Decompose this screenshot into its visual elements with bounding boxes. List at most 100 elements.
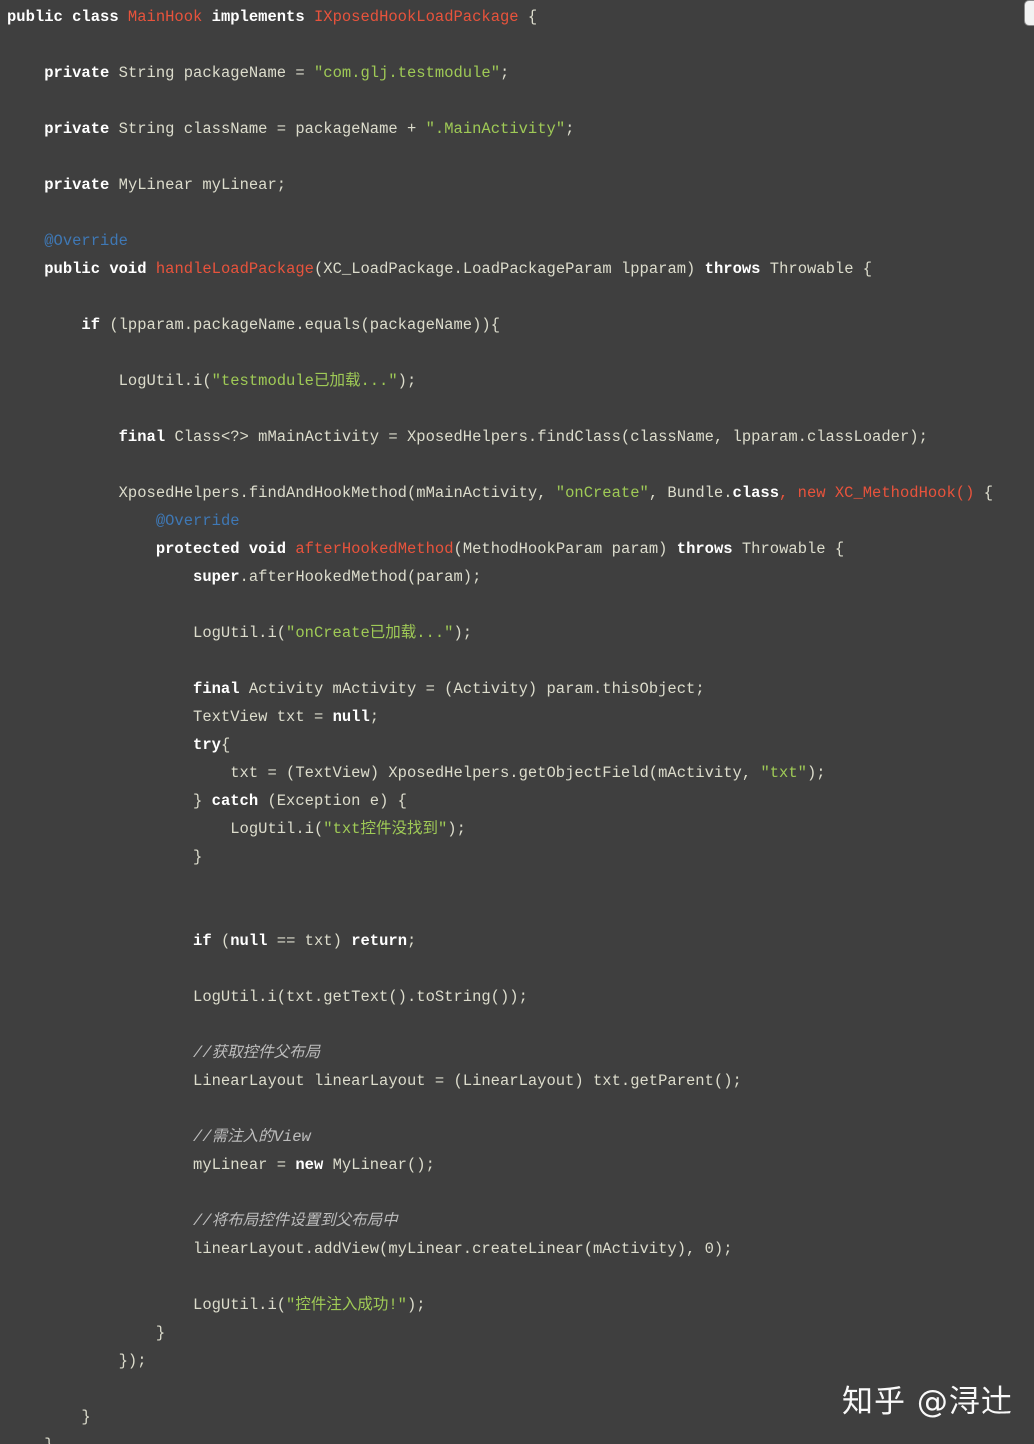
code-string: "onCreate已加载..." bbox=[286, 624, 454, 642]
code-string: "控件注入成功!" bbox=[286, 1296, 407, 1314]
code-text: linearLayout.addView(myLinear.createLine… bbox=[7, 1240, 733, 1258]
code-text: MyLinear(); bbox=[323, 1156, 435, 1174]
code-keyword: final bbox=[193, 680, 240, 698]
code-declaration-name: , new XC_MethodHook() bbox=[779, 484, 975, 502]
code-text: String packageName = bbox=[109, 64, 314, 82]
code-line: if (null == txt) return; bbox=[7, 927, 993, 955]
code-string: ".MainActivity" bbox=[425, 120, 566, 138]
code-keyword: private bbox=[44, 176, 110, 194]
code-declaration-name: handleLoadPackage bbox=[155, 260, 314, 278]
code-line: linearLayout.addView(myLinear.createLine… bbox=[7, 1235, 993, 1263]
code-line: } bbox=[7, 1319, 993, 1347]
code-text: LogUtil.i(txt.getText().toString()); bbox=[7, 988, 528, 1006]
code-line: TextView txt = null; bbox=[7, 703, 993, 731]
code-line: super.afterHookedMethod(param); bbox=[7, 563, 993, 591]
code-keyword: catch bbox=[211, 792, 259, 810]
code-declaration-name: afterHookedMethod bbox=[295, 540, 454, 558]
code-text: LinearLayout linearLayout = (LinearLayou… bbox=[7, 1072, 742, 1090]
code-text: (lpparam.packageName.equals(packageName)… bbox=[100, 316, 500, 334]
code-viewer: public class MainHook implements IXposed… bbox=[0, 0, 1034, 1444]
code-text: myLinear = bbox=[7, 1156, 296, 1174]
code-line: //获取控件父布局 bbox=[7, 1039, 993, 1067]
scroll-indicator[interactable] bbox=[1024, 0, 1034, 26]
code-text: } bbox=[7, 848, 203, 866]
code-keyword: if bbox=[81, 316, 101, 334]
code-string: "onCreate" bbox=[555, 484, 649, 502]
code-keyword: implements bbox=[202, 8, 314, 26]
code-text: ); bbox=[453, 624, 473, 642]
code-line: @Override bbox=[7, 227, 993, 255]
code-line: try{ bbox=[7, 731, 993, 759]
code-line: if (lpparam.packageName.equals(packageNa… bbox=[7, 311, 993, 339]
code-text: ); bbox=[447, 820, 466, 838]
code-line: LogUtil.i("txt控件没找到"); bbox=[7, 815, 993, 843]
code-keyword: public class bbox=[7, 8, 128, 26]
code-text: } bbox=[7, 1324, 166, 1342]
code-keyword: private bbox=[44, 64, 110, 82]
code-keyword: public void bbox=[44, 260, 147, 278]
code-keyword: final bbox=[118, 428, 166, 446]
watermark: 知乎 @浔辻 bbox=[842, 1384, 1013, 1420]
code-comment: //获取控件父布局 bbox=[193, 1044, 321, 1062]
code-line: LogUtil.i("控件注入成功!"); bbox=[7, 1291, 993, 1319]
code-line: //需注入的View bbox=[7, 1123, 993, 1151]
code-text: .afterHookedMethod(param); bbox=[239, 568, 482, 586]
code-keyword: return bbox=[351, 932, 407, 950]
code-text: Activity mActivity = (Activity) param.th… bbox=[239, 680, 705, 698]
code-text: } bbox=[7, 1408, 91, 1426]
code-text: (XC_LoadPackage.LoadPackageParam lpparam… bbox=[314, 260, 705, 278]
code-text: LogUtil.i( bbox=[7, 1296, 287, 1314]
code-line: LogUtil.i(txt.getText().toString()); bbox=[7, 983, 993, 1011]
code-annotation: @Override bbox=[44, 232, 128, 250]
code-text: String className = packageName + bbox=[109, 120, 426, 138]
code-keyword: new bbox=[295, 1156, 324, 1174]
code-text: ); bbox=[406, 1296, 426, 1314]
code-line: }); bbox=[7, 1347, 993, 1375]
code-line: public void handleLoadPackage(XC_LoadPac… bbox=[7, 255, 993, 283]
code-comment: //需注入的View bbox=[193, 1128, 311, 1146]
code-line: private String className = packageName +… bbox=[7, 115, 993, 143]
code-text: LogUtil.i( bbox=[7, 624, 287, 642]
code-text: { bbox=[974, 484, 993, 502]
code-keyword: throws bbox=[676, 540, 733, 558]
code-line: LogUtil.i("testmodule已加载..."); bbox=[7, 367, 993, 395]
code-text: Throwable { bbox=[732, 540, 845, 558]
code-text: , Bundle. bbox=[648, 484, 733, 502]
code-comment: //将布局控件设置到父布局中 bbox=[193, 1212, 398, 1230]
code-text: ; bbox=[500, 64, 510, 82]
code-line: } bbox=[7, 843, 993, 871]
code-line: private MyLinear myLinear; bbox=[7, 171, 993, 199]
code-text: Class<?> mMainActivity = XposedHelpers.f… bbox=[165, 428, 928, 446]
code-line: final Class<?> mMainActivity = XposedHel… bbox=[7, 423, 993, 451]
code-text: ; bbox=[407, 932, 417, 950]
code-string: "txt" bbox=[760, 764, 807, 782]
code-line: } catch (Exception e) { bbox=[7, 787, 993, 815]
code-keyword: try bbox=[193, 736, 221, 754]
code-line: txt = (TextView) XposedHelpers.getObject… bbox=[7, 759, 993, 787]
code-keyword: protected void bbox=[155, 540, 287, 558]
